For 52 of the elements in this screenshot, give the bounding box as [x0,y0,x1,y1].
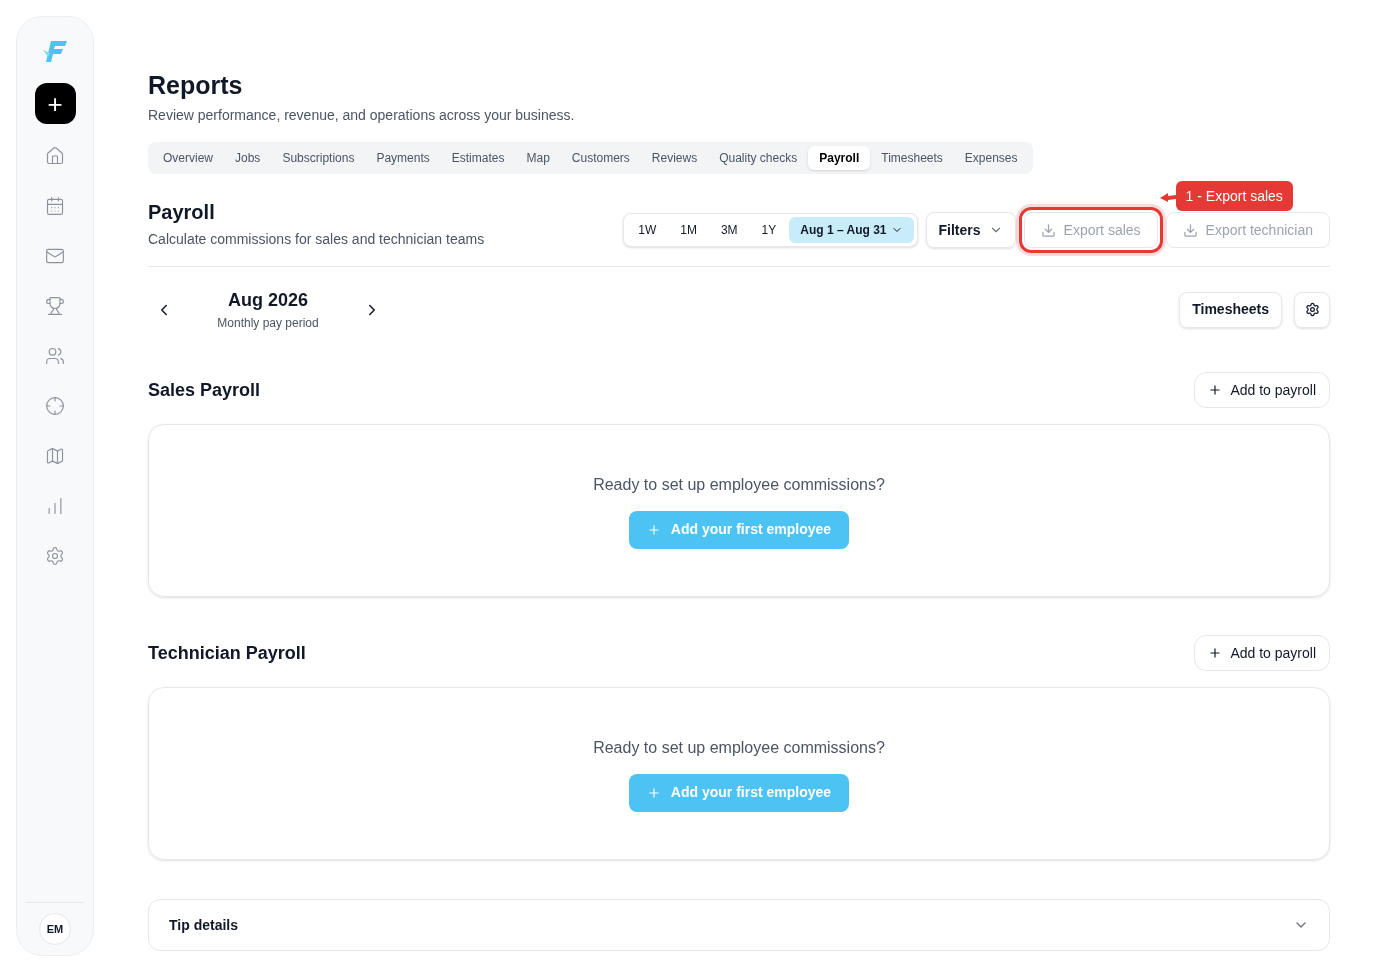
period-month: Aug 2026 [227,289,308,313]
empty-state-text: Ready to set up employee commissions? [593,737,885,758]
user-avatar[interactable]: EM [39,913,71,945]
range-option[interactable]: 1W [627,217,668,244]
section-title: Payroll [148,200,216,226]
map-icon[interactable] [45,446,65,466]
tab[interactable]: Subscriptions [271,146,366,171]
payroll-title: Sales Payroll [148,378,261,402]
page-subtitle: Review performance, revenue, and operations across your business. [148,106,576,126]
plus-icon [1208,383,1223,398]
tab[interactable]: Customers [560,146,641,171]
mail-icon[interactable] [45,246,65,266]
payroll-title: Technician Payroll [148,641,306,665]
add-to-payroll-button[interactable]: Add to payroll [1194,372,1330,409]
range-option[interactable]: 1M [669,217,708,244]
page-title: Reports [148,70,244,101]
settings-icon[interactable] [45,546,65,566]
download-icon [1182,222,1198,238]
tab[interactable]: Jobs [224,146,272,171]
tab[interactable]: Overview [152,146,224,171]
plus-icon [1208,646,1223,661]
range-option[interactable]: 3M [709,217,749,244]
tab[interactable]: Payroll [808,146,871,171]
trophy-icon[interactable] [45,296,65,316]
tab[interactable]: Quality checks [708,146,809,171]
tab[interactable]: Expenses [953,146,1029,171]
tab[interactable]: Reviews [640,146,709,171]
section-subtitle: Calculate commissions for sales and technician teams [148,230,485,250]
filters-button[interactable]: Filters [925,212,1016,249]
settings-icon [1304,302,1320,318]
tab[interactable]: Estimates [440,146,516,171]
users-icon[interactable] [45,346,65,366]
callout-pointer-icon [1159,190,1176,203]
download-icon [1040,222,1056,238]
home-icon[interactable] [45,146,65,166]
new-button[interactable]: + [34,83,76,124]
settings-button[interactable] [1294,291,1330,328]
crosshair-icon[interactable] [45,396,65,416]
plus-icon [646,522,661,537]
tab[interactable]: Payments [365,146,441,171]
tab[interactable]: Timesheets [870,146,954,171]
empty-state-text: Ready to set up employee commissions? [593,474,885,495]
tip-details-panel[interactable]: Tip details [148,899,1330,952]
period-caption: Monthly pay period [217,315,319,333]
tab[interactable]: Map [515,146,561,171]
add-to-payroll-button[interactable]: Add to payroll [1194,635,1330,672]
range-option[interactable]: 1Y [750,217,788,244]
annotation-label: 1 - Export sales [1175,181,1293,212]
calendar-icon[interactable] [45,196,65,216]
timesheets-button[interactable]: Timesheets [1179,291,1282,328]
plus-icon [646,785,661,800]
range-option[interactable]: Aug 1 – Aug 31 [789,217,914,244]
